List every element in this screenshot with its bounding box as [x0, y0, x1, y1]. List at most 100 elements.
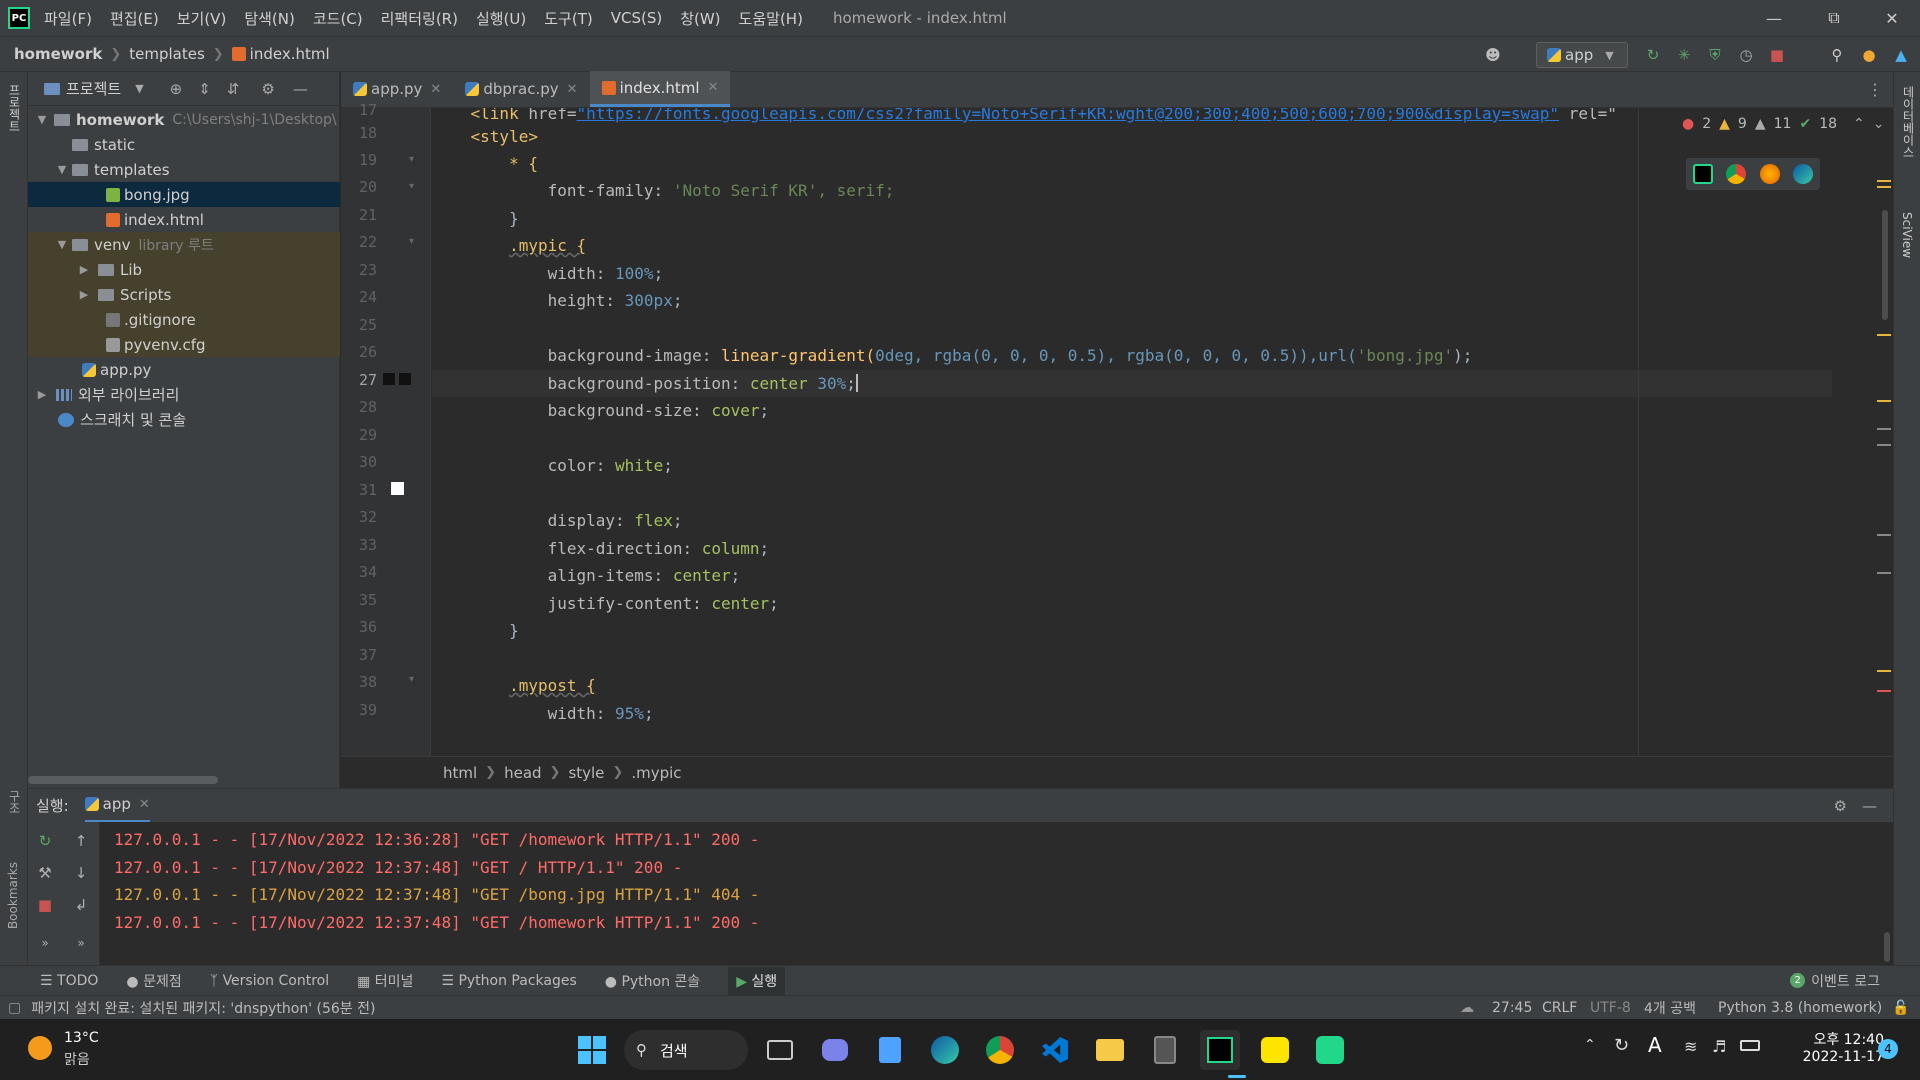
- ime-indicator[interactable]: A: [1648, 1033, 1662, 1057]
- breadcrumb-style[interactable]: style: [568, 764, 604, 782]
- arrow-up-icon[interactable]: ↑: [70, 830, 92, 852]
- run-console[interactable]: 127.0.0.1 - - [17/Nov/2022 12:36:28] "GE…: [100, 822, 1893, 965]
- chevron-down-icon[interactable]: ⌄: [1873, 116, 1885, 132]
- close-icon[interactable]: ✕: [1872, 4, 1912, 32]
- fold-icon[interactable]: ▾: [409, 181, 414, 192]
- windows-start-icon[interactable]: [572, 1030, 612, 1070]
- breadcrumb-html[interactable]: html: [443, 764, 477, 782]
- marker-weak[interactable]: [1877, 444, 1891, 446]
- python-interpreter[interactable]: Python 3.8 (homework): [1718, 1000, 1882, 1016]
- weather-temp[interactable]: 13°C: [64, 1030, 99, 1046]
- stripe-sciview[interactable]: SciView: [1900, 212, 1914, 258]
- wifi-icon[interactable]: ≋: [1684, 1037, 1697, 1056]
- breadcrumb-head[interactable]: head: [504, 764, 541, 782]
- breadcrumb-selector[interactable]: .mypic: [631, 764, 681, 782]
- nav-crumb-project[interactable]: homework: [14, 45, 102, 63]
- wrench-icon[interactable]: ⚒: [34, 862, 56, 884]
- run-config-select[interactable]: app ▼: [1536, 42, 1628, 68]
- tab-dbprac-py[interactable]: dbprac.py ✕: [453, 71, 589, 107]
- user-icon[interactable]: ☻: [1482, 44, 1504, 66]
- close-icon[interactable]: ✕: [139, 797, 150, 812]
- indent-setting[interactable]: 4개 공백: [1644, 998, 1696, 1018]
- locate-icon[interactable]: ⊕: [170, 80, 183, 98]
- task-view-icon[interactable]: [760, 1030, 800, 1070]
- more-icon[interactable]: »: [70, 932, 92, 954]
- toggle-panels-icon[interactable]: ▢: [8, 1000, 21, 1016]
- minimize-icon[interactable]: —: [1754, 4, 1794, 32]
- vertical-scrollbar[interactable]: [1882, 210, 1888, 320]
- menu-run[interactable]: 실행(U): [476, 8, 526, 29]
- taskbar-search[interactable]: ⚲ 검색: [624, 1030, 748, 1070]
- marker-weak[interactable]: [1877, 534, 1891, 536]
- coverage-icon[interactable]: ⛨: [1704, 44, 1726, 66]
- event-log-button[interactable]: 2 이벤트 로그: [1790, 971, 1880, 991]
- inspections-widget[interactable]: ● 2 ▲ 9 ▲ 11 ✔ 18 ⌃ ⌄: [1682, 112, 1892, 136]
- stop-icon[interactable]: ■: [34, 894, 56, 916]
- marker-weak[interactable]: [1877, 572, 1891, 574]
- more-tabs-icon[interactable]: ⋮: [1867, 80, 1883, 99]
- project-panel-title[interactable]: 프로젝트: [66, 78, 121, 99]
- marker-warning[interactable]: [1877, 400, 1891, 402]
- pycharm-taskbar-icon[interactable]: [1200, 1030, 1240, 1070]
- chevron-down-icon[interactable]: ▼: [34, 113, 50, 126]
- tool-tab-run[interactable]: ▶ 실행: [728, 966, 786, 995]
- weather-desc[interactable]: 맑음: [64, 1049, 90, 1069]
- more-icon[interactable]: »: [34, 932, 56, 954]
- menu-vcs[interactable]: VCS(S): [611, 9, 662, 27]
- pycharm-browser-icon[interactable]: [1692, 164, 1713, 184]
- chevron-up-icon[interactable]: ⌃: [1853, 116, 1865, 132]
- chevron-down-icon[interactable]: ▼: [54, 163, 70, 176]
- rerun-icon[interactable]: ↻: [1642, 44, 1664, 66]
- search-icon[interactable]: ⚲: [1826, 44, 1848, 66]
- chevron-right-icon[interactable]: ▶: [76, 263, 92, 276]
- tree-item-gitignore[interactable]: .gitignore: [28, 307, 340, 332]
- lock-icon[interactable]: 🔓: [1892, 1000, 1909, 1016]
- tree-item-pyvenv-cfg[interactable]: pyvenv.cfg: [28, 332, 340, 357]
- notification-badge[interactable]: 4: [1878, 1039, 1898, 1059]
- calculator-icon[interactable]: [1145, 1030, 1185, 1070]
- update-icon[interactable]: ●: [1858, 44, 1880, 66]
- hide-icon[interactable]: —: [293, 80, 308, 98]
- tree-item-index-html[interactable]: index.html: [28, 207, 340, 232]
- teams-chat-icon[interactable]: [815, 1030, 855, 1070]
- pycharm-logo-icon[interactable]: PC: [8, 7, 30, 29]
- expand-all-icon[interactable]: ⇕: [198, 80, 211, 98]
- marker-weak[interactable]: [1877, 428, 1891, 430]
- file-encoding[interactable]: UTF-8: [1590, 1000, 1631, 1016]
- marker-warning[interactable]: [1877, 186, 1891, 188]
- fold-icon[interactable]: ▾: [409, 236, 414, 247]
- color-swatch-icon[interactable]: [399, 373, 411, 385]
- menu-view[interactable]: 보기(V): [177, 8, 227, 29]
- tree-item-external-libraries[interactable]: ▶ 외부 라이브러리: [28, 382, 340, 407]
- nav-crumb-folder[interactable]: templates: [129, 45, 205, 63]
- jetbrains-icon[interactable]: ▲: [1890, 44, 1912, 66]
- tab-index-html[interactable]: index.html ✕: [589, 71, 731, 107]
- code-editor[interactable]: <link href="https://fonts.googleapis.com…: [432, 108, 1877, 756]
- chevron-right-icon[interactable]: ▶: [76, 288, 92, 301]
- nav-crumb-file[interactable]: index.html: [250, 45, 330, 63]
- restore-icon[interactable]: ⧉: [1814, 4, 1854, 32]
- stop-icon[interactable]: ■: [1766, 44, 1788, 66]
- soft-wrap-icon[interactable]: ↲: [70, 894, 92, 916]
- marker-error[interactable]: [1877, 690, 1891, 692]
- notepad-icon[interactable]: [870, 1030, 910, 1070]
- close-icon[interactable]: ✕: [708, 80, 719, 95]
- color-swatch-icon[interactable]: [383, 373, 395, 385]
- edge-icon[interactable]: [1793, 164, 1814, 184]
- tool-tab-python-console[interactable]: ● Python 콘솔: [605, 971, 700, 991]
- firefox-icon[interactable]: [1759, 164, 1780, 184]
- edge-browser-icon[interactable]: [925, 1030, 965, 1070]
- menu-file[interactable]: 파일(F): [44, 8, 92, 29]
- color-swatch-icon[interactable]: [391, 482, 404, 495]
- stripe-project[interactable]: 프로젝트: [6, 84, 23, 132]
- chrome-icon[interactable]: [1726, 164, 1747, 184]
- arrow-down-icon[interactable]: ↓: [70, 862, 92, 884]
- app-green-icon[interactable]: [1310, 1030, 1350, 1070]
- tree-item-lib[interactable]: ▶ Lib: [28, 257, 340, 282]
- clock-time[interactable]: 오후 12:40: [1788, 1029, 1884, 1049]
- menu-navigate[interactable]: 탐색(N): [244, 8, 295, 29]
- menu-code[interactable]: 코드(C): [313, 8, 363, 29]
- fold-icon[interactable]: ▾: [409, 154, 414, 165]
- vscode-icon[interactable]: [1035, 1030, 1075, 1070]
- volume-icon[interactable]: ♬: [1712, 1037, 1726, 1056]
